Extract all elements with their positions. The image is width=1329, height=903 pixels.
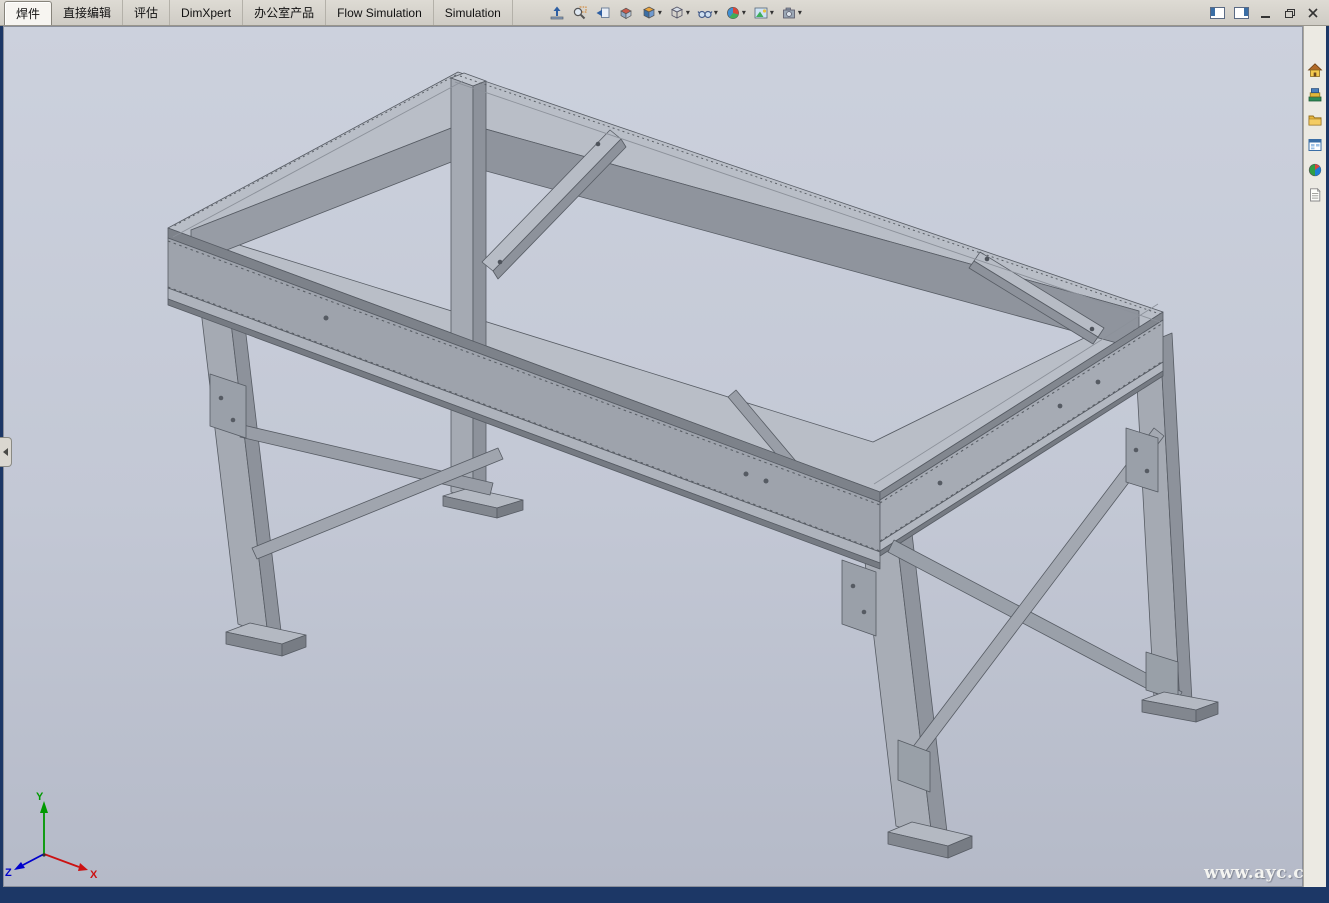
graphics-area[interactable]	[3, 26, 1303, 887]
minimize-button[interactable]	[1257, 6, 1273, 20]
hide-show-items-glyph	[697, 5, 713, 21]
custom-properties-icon[interactable]	[1305, 185, 1325, 205]
home-glyph	[1307, 62, 1323, 78]
tab-office-products[interactable]: 办公室产品	[243, 0, 326, 25]
view-palette-icon[interactable]	[1305, 135, 1325, 155]
commandmanager-tabs: 焊件 直接编辑 评估 DimXpert 办公室产品 Flow Simulatio…	[4, 0, 513, 25]
solidworks-resources-icon[interactable]	[1305, 60, 1325, 80]
section-view-icon[interactable]	[616, 2, 636, 24]
edit-appearance-glyph	[725, 5, 741, 21]
pane-toggle-left-icon[interactable]	[1209, 6, 1225, 20]
appearance-sphere-glyph	[1307, 162, 1323, 178]
heads-up-view-toolbar: ▾ ▾ ▾ ▾ ▾ ▾	[547, 2, 804, 24]
apply-scene-glyph	[753, 5, 769, 21]
pane-left-glyph	[1210, 7, 1225, 19]
tab-weldments[interactable]: 焊件	[4, 1, 52, 25]
dropdown-arrow-icon: ▾	[770, 9, 774, 17]
zoom-to-area-glyph	[572, 5, 588, 21]
dropdown-arrow-icon: ▾	[658, 9, 662, 17]
appearances-scenes-icon[interactable]	[1305, 160, 1325, 180]
restore-icon	[1285, 9, 1294, 17]
previous-view-glyph	[595, 5, 611, 21]
tab-label: 直接编辑	[63, 4, 111, 21]
minimize-icon	[1261, 16, 1270, 18]
tab-label: 评估	[134, 4, 158, 21]
view-settings-icon[interactable]: ▾	[779, 2, 804, 24]
file-explorer-icon[interactable]	[1305, 110, 1325, 130]
dropdown-arrow-icon: ▾	[686, 9, 690, 17]
tab-evaluate[interactable]: 评估	[123, 0, 170, 25]
zoom-to-fit-icon[interactable]	[547, 2, 567, 24]
tab-direct-editing[interactable]: 直接编辑	[52, 0, 123, 25]
zoom-to-area-icon[interactable]	[570, 2, 590, 24]
close-button[interactable]	[1305, 6, 1321, 20]
pane-toggle-right-icon[interactable]	[1233, 6, 1249, 20]
view-settings-glyph	[781, 5, 797, 21]
tab-simulation[interactable]: Simulation	[434, 0, 513, 25]
library-glyph	[1307, 87, 1323, 103]
tab-label: 焊件	[16, 5, 40, 22]
dropdown-arrow-icon: ▾	[742, 9, 746, 17]
watermark: www.ayc.cn	[1204, 863, 1317, 883]
tab-label: DimXpert	[181, 6, 231, 20]
edit-appearance-icon[interactable]: ▾	[723, 2, 748, 24]
folder-glyph	[1307, 112, 1323, 128]
dropdown-arrow-icon: ▾	[714, 9, 718, 17]
tab-label: Flow Simulation	[337, 6, 422, 20]
window-controls	[1209, 6, 1329, 20]
previous-view-icon[interactable]	[593, 2, 613, 24]
display-style-icon[interactable]: ▾	[667, 2, 692, 24]
apply-scene-icon[interactable]: ▾	[751, 2, 776, 24]
pane-right-glyph	[1234, 7, 1249, 19]
hide-show-items-icon[interactable]: ▾	[695, 2, 720, 24]
tab-label: 办公室产品	[254, 4, 314, 21]
document-glyph	[1307, 187, 1323, 203]
close-icon	[1308, 8, 1318, 18]
dropdown-arrow-icon: ▾	[798, 9, 802, 17]
palette-glyph	[1307, 137, 1323, 153]
task-pane	[1303, 26, 1326, 887]
zoom-to-fit-glyph	[549, 5, 565, 21]
restore-button[interactable]	[1281, 6, 1297, 20]
view-orientation-icon[interactable]: ▾	[639, 2, 664, 24]
collapse-pane-arrow[interactable]	[0, 437, 12, 467]
design-library-icon[interactable]	[1305, 85, 1325, 105]
section-view-glyph	[618, 5, 634, 21]
tab-label: Simulation	[445, 6, 501, 20]
view-orientation-glyph	[641, 5, 657, 21]
command-bar: 焊件 直接编辑 评估 DimXpert 办公室产品 Flow Simulatio…	[0, 0, 1329, 26]
chevron-left-icon	[3, 448, 8, 456]
tab-flow-simulation[interactable]: Flow Simulation	[326, 0, 434, 25]
display-style-glyph	[669, 5, 685, 21]
tab-dimxpert[interactable]: DimXpert	[170, 0, 243, 25]
